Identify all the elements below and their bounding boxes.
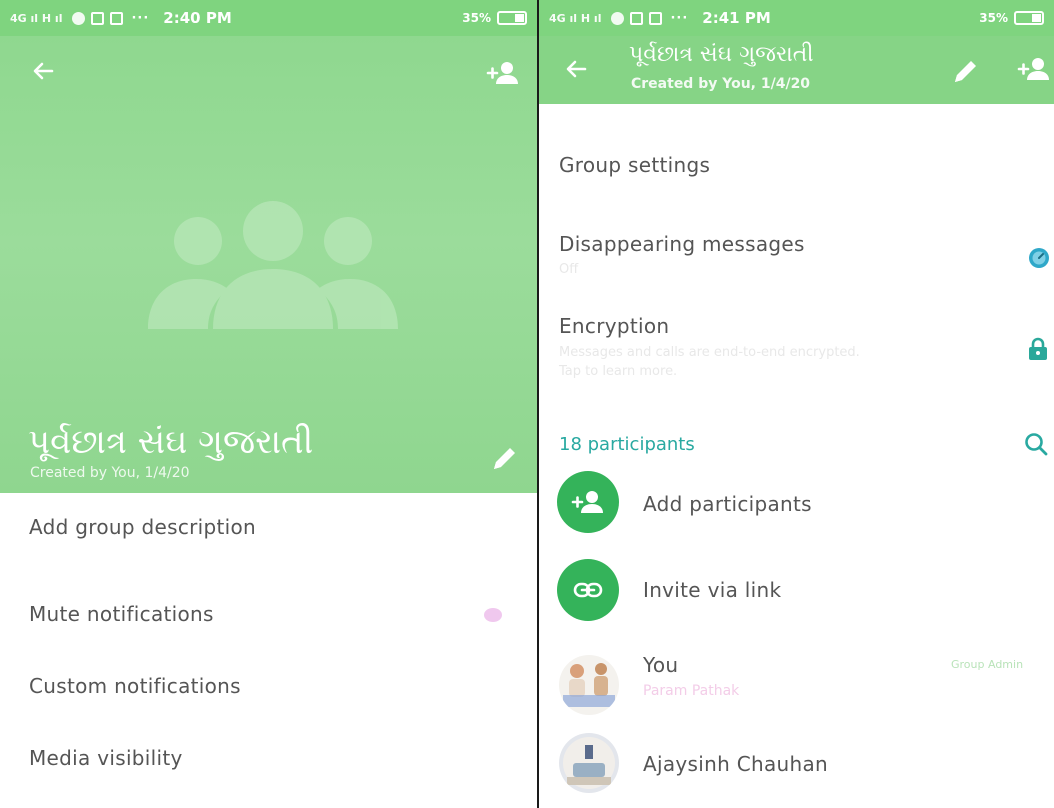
encryption-description: Messages and calls are end-to-end encryp… bbox=[559, 345, 860, 360]
invite-via-link-label[interactable]: Invite via link bbox=[643, 578, 781, 602]
pencil-icon[interactable] bbox=[951, 56, 981, 86]
back-arrow-icon[interactable] bbox=[30, 58, 56, 89]
right-screen: 4G ıl H ıl ··· 2:41 PM 35% પૂર્વછાત્ર સં… bbox=[539, 0, 1054, 808]
group-settings[interactable]: Group settings bbox=[559, 153, 710, 177]
network-indicator: 4G ıl H ıl bbox=[549, 11, 602, 25]
pencil-icon[interactable] bbox=[490, 443, 520, 473]
group-name: પૂર્વછાત્ર સંઘ ગુજરાતી bbox=[28, 422, 314, 462]
disappearing-messages[interactable]: Disappearing messages bbox=[559, 232, 805, 256]
network-indicator: 4G ıl H ıl bbox=[10, 11, 63, 25]
search-icon[interactable] bbox=[1023, 431, 1049, 457]
add-group-description[interactable]: Add group description bbox=[29, 515, 256, 539]
battery-percent: 35% bbox=[462, 11, 491, 25]
add-person-icon[interactable] bbox=[1017, 56, 1051, 82]
group-photo-header[interactable]: પૂર્વછાત્ર સંઘ ગુજરાતી Created by You, 1… bbox=[0, 36, 537, 493]
link-icon bbox=[573, 582, 603, 598]
add-person-icon[interactable] bbox=[486, 60, 520, 86]
add-person-icon bbox=[571, 491, 603, 513]
group-admin-badge: Group Admin bbox=[951, 658, 1024, 671]
group-avatar-icon bbox=[148, 201, 398, 329]
invite-via-link-button[interactable] bbox=[557, 559, 619, 621]
notification-icons bbox=[611, 11, 663, 25]
gallery-notification-icon bbox=[630, 11, 644, 25]
status-bar: 4G ıl H ıl ··· 2:41 PM 35% bbox=[539, 0, 1054, 36]
sim-notification-icon bbox=[649, 11, 663, 25]
collapsed-header: પૂર્વછાત્ર સંઘ ગુજરાતી Created by You, 1… bbox=[539, 36, 1054, 104]
group-created-info: Created by You, 1/4/20 bbox=[631, 76, 811, 92]
avatar[interactable] bbox=[559, 655, 619, 715]
member-name[interactable]: Ajaysinh Chauhan bbox=[643, 752, 828, 776]
member-name[interactable]: You bbox=[643, 653, 678, 677]
participants-count: 18 participants bbox=[559, 434, 695, 455]
avatar[interactable] bbox=[559, 733, 619, 793]
lock-icon bbox=[1029, 337, 1047, 360]
group-created-info: Created by You, 1/4/20 bbox=[30, 465, 190, 481]
battery-icon bbox=[497, 11, 527, 25]
member-subtitle: Param Pathak bbox=[643, 683, 740, 699]
add-participants-label[interactable]: Add participants bbox=[643, 492, 812, 516]
back-arrow-icon[interactable] bbox=[563, 56, 589, 87]
mute-notifications[interactable]: Mute notifications bbox=[29, 602, 214, 626]
left-screen: 4G ıl H ıl ··· 2:40 PM 35% પૂર્વછાત્ર સં… bbox=[0, 0, 537, 808]
chat-notification-icon bbox=[72, 11, 86, 25]
encryption-learn-more: Tap to learn more. bbox=[559, 364, 678, 379]
battery-icon bbox=[1014, 11, 1044, 25]
status-bar: 4G ıl H ıl ··· 2:40 PM 35% bbox=[0, 0, 537, 36]
more-notifications: ··· bbox=[131, 10, 150, 26]
encryption[interactable]: Encryption bbox=[559, 314, 669, 338]
mute-toggle[interactable] bbox=[484, 608, 502, 622]
gallery-notification-icon bbox=[91, 11, 105, 25]
timer-icon bbox=[1029, 248, 1049, 268]
media-visibility[interactable]: Media visibility bbox=[29, 746, 183, 770]
custom-notifications[interactable]: Custom notifications bbox=[29, 674, 241, 698]
add-participants-button[interactable] bbox=[557, 471, 619, 533]
group-name: પૂર્વછાત્ર સંઘ ગુજરાતી bbox=[629, 42, 814, 67]
disappearing-status: Off bbox=[559, 262, 579, 277]
clock: 2:41 PM bbox=[702, 9, 771, 27]
clock: 2:40 PM bbox=[163, 9, 232, 27]
battery-percent: 35% bbox=[979, 11, 1008, 25]
more-notifications: ··· bbox=[670, 10, 689, 26]
notification-icons bbox=[72, 11, 124, 25]
sim-notification-icon bbox=[110, 11, 124, 25]
chat-notification-icon bbox=[611, 11, 625, 25]
